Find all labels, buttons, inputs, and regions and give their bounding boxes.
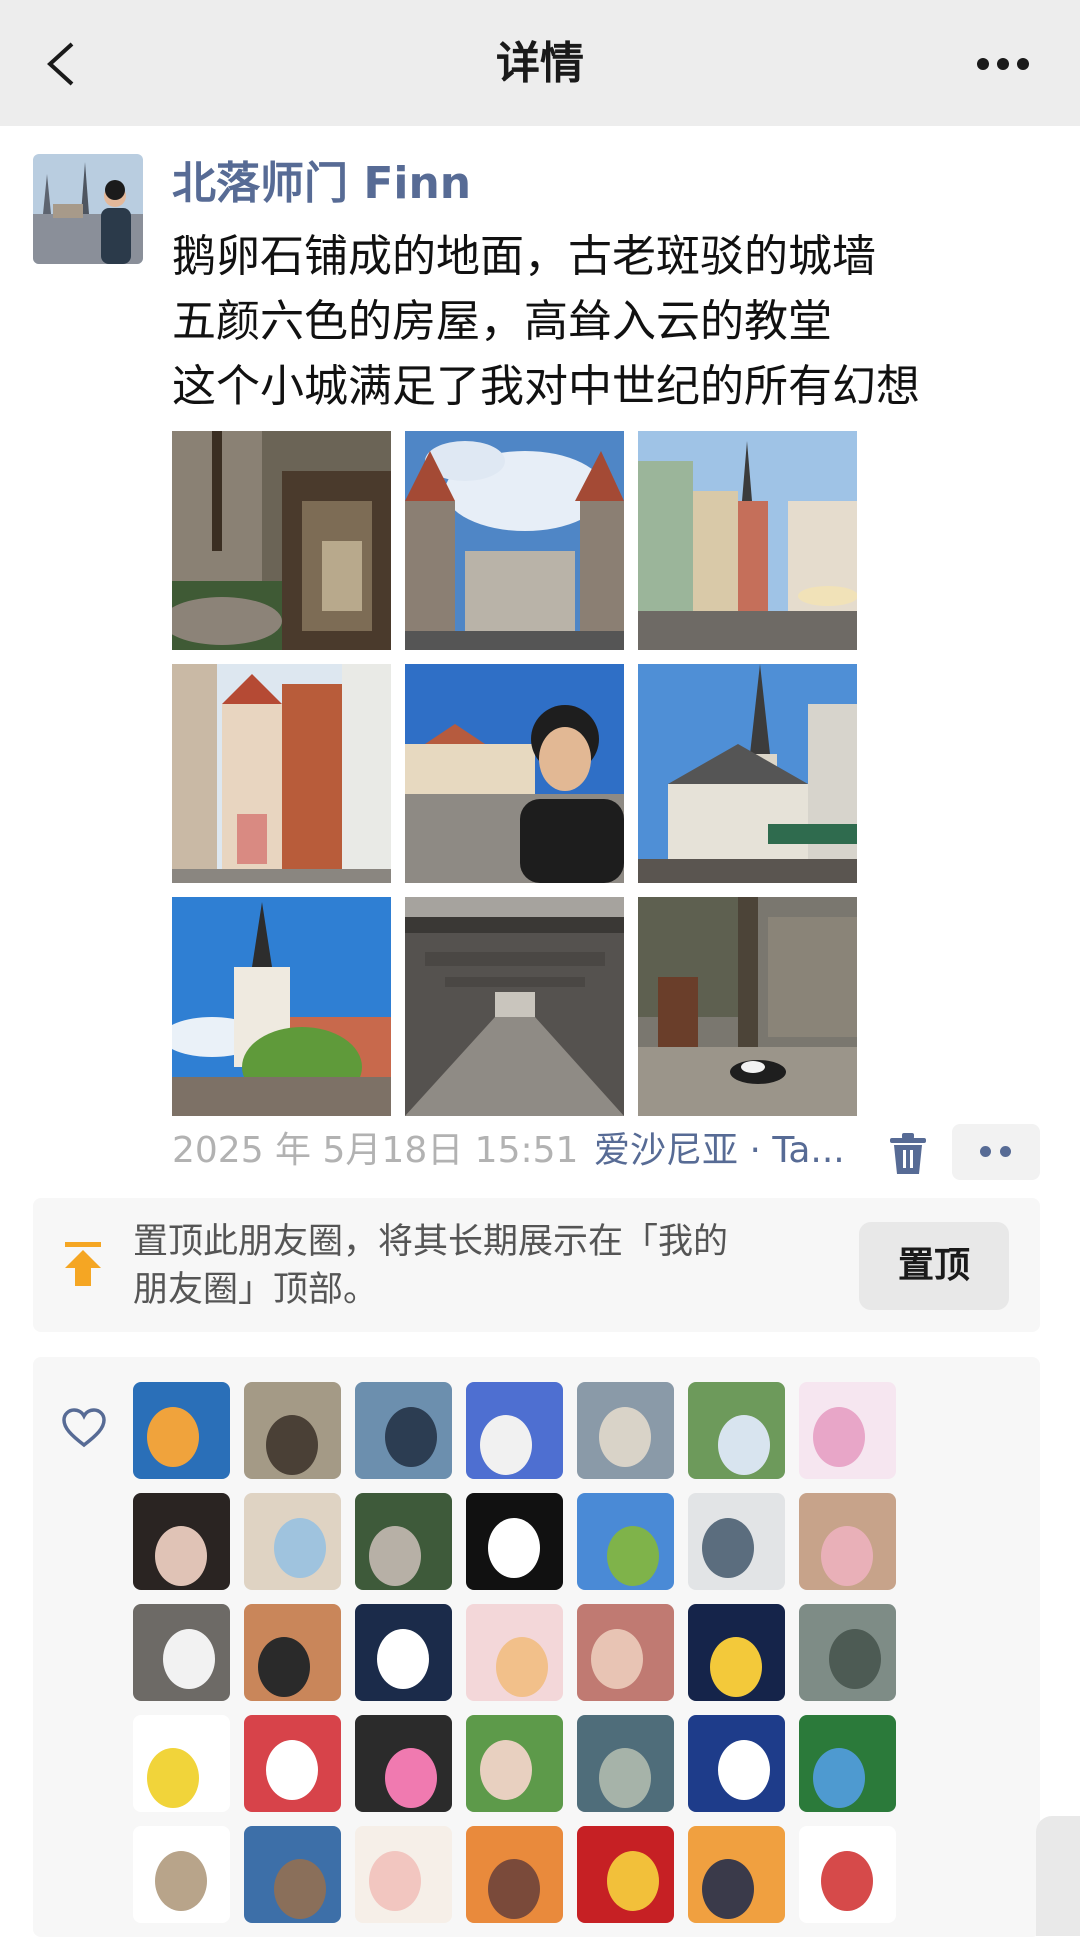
liker-avatar[interactable]	[466, 1604, 563, 1701]
post-photo-8[interactable]	[405, 897, 624, 1116]
post-text: 鹅卵石铺成的地面，古老斑驳的城墙 五颜六色的房屋，高耸入云的教堂 这个小城满足了…	[172, 224, 1052, 419]
liker-avatar[interactable]	[577, 1493, 674, 1590]
liker-avatar[interactable]	[577, 1715, 674, 1812]
liker-avatar[interactable]	[355, 1715, 452, 1812]
heart-icon	[61, 1407, 107, 1449]
liker-avatar[interactable]	[133, 1604, 230, 1701]
liker-avatar[interactable]	[577, 1604, 674, 1701]
liker-avatar[interactable]	[133, 1493, 230, 1590]
author-avatar[interactable]	[33, 154, 143, 264]
liker-avatar[interactable]	[799, 1493, 896, 1590]
post-text-line: 五颜六色的房屋，高耸入云的教堂	[172, 296, 832, 347]
liker-avatar[interactable]	[244, 1382, 341, 1479]
pin-card: 置顶此朋友圈，将其长期展示在「我的 朋友圈」顶部。 置顶	[33, 1198, 1040, 1332]
liker-avatar[interactable]	[799, 1382, 896, 1479]
liker-avatar[interactable]	[244, 1604, 341, 1701]
post-time: 2025 年 5月18日 15:51	[172, 1130, 579, 1171]
liker-avatar[interactable]	[688, 1715, 785, 1812]
liker-avatar[interactable]	[133, 1826, 230, 1923]
liker-avatar[interactable]	[244, 1826, 341, 1923]
page-title: 详情	[496, 38, 584, 89]
liker-avatar[interactable]	[244, 1715, 341, 1812]
liker-avatar[interactable]	[133, 1715, 230, 1812]
post-text-line: 这个小城满足了我对中世纪的所有幻想	[172, 361, 920, 412]
post-photo-1[interactable]	[172, 431, 391, 650]
liker-avatar[interactable]	[355, 1382, 452, 1479]
nav-bar: 详情	[0, 0, 1080, 126]
trash-icon	[890, 1133, 926, 1174]
pin-description-line: 置顶此朋友圈，将其长期展示在「我的	[133, 1222, 729, 1262]
pin-description: 置顶此朋友圈，将其长期展示在「我的 朋友圈」顶部。	[133, 1218, 733, 1314]
liker-avatar[interactable]	[466, 1493, 563, 1590]
pin-description-line: 朋友圈」顶部。	[133, 1270, 379, 1310]
liker-avatar[interactable]	[688, 1382, 785, 1479]
liker-avatar[interactable]	[688, 1493, 785, 1590]
liker-avatar[interactable]	[355, 1604, 452, 1701]
liker-avatar[interactable]	[577, 1826, 674, 1923]
liker-avatar[interactable]	[133, 1382, 230, 1479]
liker-avatar[interactable]	[688, 1604, 785, 1701]
delete-button[interactable]	[884, 1130, 932, 1178]
liker-avatar[interactable]	[577, 1382, 674, 1479]
post-photo-9[interactable]	[638, 897, 857, 1116]
comment-more-button[interactable]	[952, 1124, 1040, 1180]
post-photo-3[interactable]	[638, 431, 857, 650]
post-photo-2[interactable]	[405, 431, 624, 650]
author-name[interactable]: 北落师门 Finn	[172, 156, 471, 212]
pin-to-top-icon	[61, 1240, 105, 1288]
likes-section	[33, 1357, 1040, 1937]
post-location[interactable]: 爱沙尼亚 · Ta...	[594, 1126, 845, 1176]
post-text-line: 鹅卵石铺成的地面，古老斑驳的城墙	[172, 231, 876, 282]
liker-avatar[interactable]	[466, 1826, 563, 1923]
liker-avatar[interactable]	[466, 1382, 563, 1479]
more-button[interactable]	[968, 36, 1038, 92]
post-photo-6[interactable]	[638, 664, 857, 883]
liker-avatar[interactable]	[355, 1493, 452, 1590]
liker-avatar[interactable]	[799, 1604, 896, 1701]
liker-avatar[interactable]	[799, 1715, 896, 1812]
liker-avatar[interactable]	[244, 1493, 341, 1590]
liker-avatar[interactable]	[688, 1826, 785, 1923]
pin-button[interactable]: 置顶	[859, 1222, 1009, 1310]
liker-avatar[interactable]	[355, 1826, 452, 1923]
liker-avatar[interactable]	[799, 1826, 896, 1923]
post-photo-5[interactable]	[405, 664, 624, 883]
post-photo-4[interactable]	[172, 664, 391, 883]
liker-avatar[interactable]	[466, 1715, 563, 1812]
side-handle[interactable]	[1036, 1816, 1080, 1936]
post-photo-7[interactable]	[172, 897, 391, 1116]
